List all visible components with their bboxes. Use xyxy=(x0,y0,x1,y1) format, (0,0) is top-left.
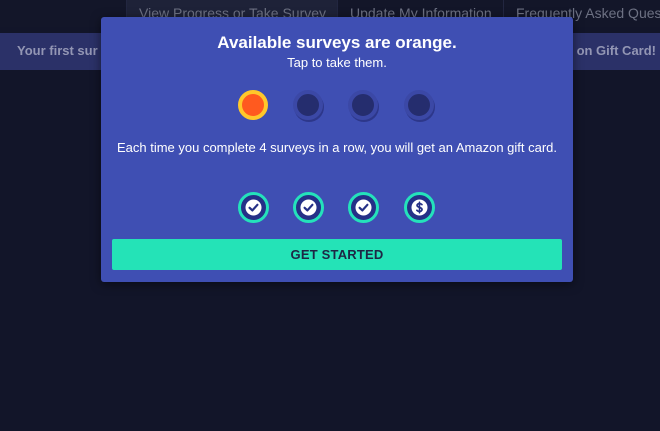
unavailable-survey-dot xyxy=(293,90,323,120)
survey-dots xyxy=(238,90,438,122)
dollar-icon xyxy=(404,192,435,223)
banner-text-left: Your first sur xyxy=(17,43,98,58)
check-icon xyxy=(293,192,324,223)
check-icon xyxy=(238,192,269,223)
banner-text-right: on Gift Card! xyxy=(576,43,656,58)
reward-progress-icons xyxy=(238,192,438,224)
reward-description: Each time you complete 4 surveys in a ro… xyxy=(116,140,558,155)
modal-title: Available surveys are orange. xyxy=(217,33,457,52)
available-survey-dot[interactable] xyxy=(238,90,268,120)
unavailable-survey-dot xyxy=(348,90,378,120)
onboarding-modal: Available surveys are orange. Tap to tak… xyxy=(101,17,573,282)
check-icon xyxy=(348,192,379,223)
unavailable-survey-dot xyxy=(404,90,434,120)
modal-subtitle: Tap to take them. xyxy=(287,55,387,70)
get-started-button[interactable]: GET STARTED xyxy=(112,239,562,270)
